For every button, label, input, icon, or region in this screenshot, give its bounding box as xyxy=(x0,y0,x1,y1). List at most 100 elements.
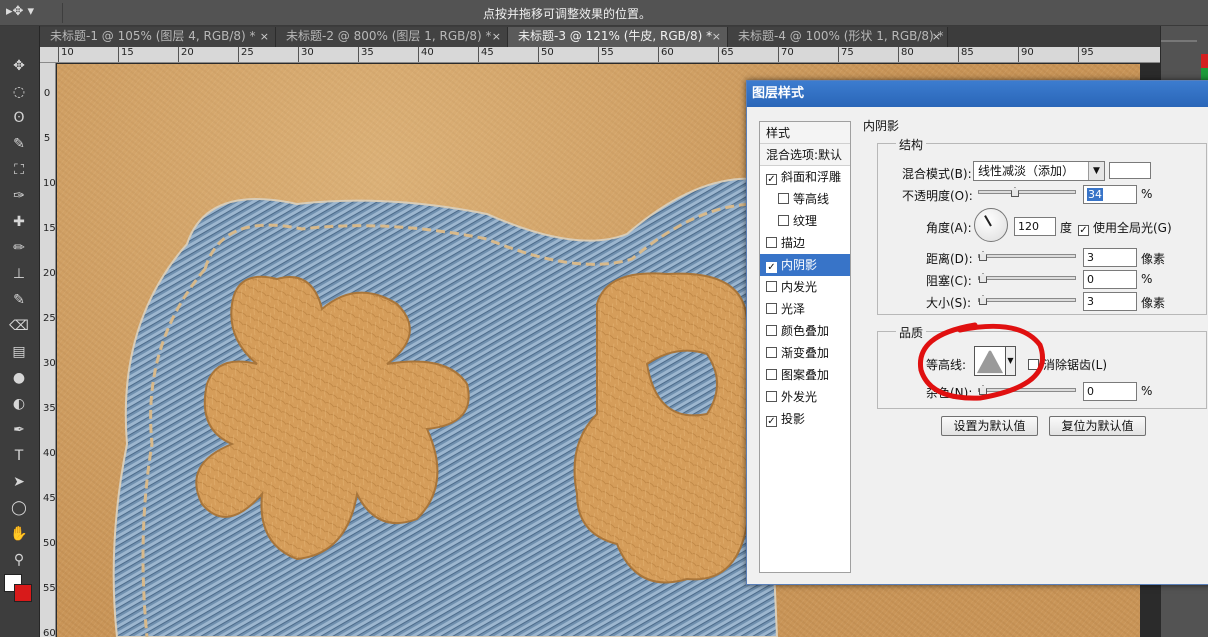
distance-unit: 像素 xyxy=(1141,252,1166,266)
size-slider[interactable] xyxy=(978,295,1076,305)
checkbox-icon[interactable] xyxy=(766,391,777,402)
ruler-label: 90 xyxy=(1021,47,1034,58)
checkbox-icon[interactable] xyxy=(766,325,777,336)
hand-tool-icon[interactable]: ✋ xyxy=(8,524,30,544)
make-default-button[interactable]: 设置为默认值 xyxy=(941,416,1038,436)
noise-slider-thumb[interactable] xyxy=(979,385,987,395)
checkbox-icon[interactable] xyxy=(766,237,777,248)
clone-stamp-icon[interactable]: ⊥ xyxy=(8,264,30,284)
brush-tool-icon[interactable]: ✏ xyxy=(8,238,30,258)
checkbox-icon[interactable] xyxy=(778,215,789,226)
path-select-icon[interactable]: ➤ xyxy=(8,472,30,492)
move-tool-icon[interactable]: ✥ xyxy=(8,56,30,76)
color-swatch-red[interactable] xyxy=(1201,54,1208,68)
ruler-label: 15 xyxy=(43,223,56,234)
close-icon[interactable]: × xyxy=(712,27,721,46)
crop-tool-icon[interactable]: ⛶ xyxy=(8,160,30,180)
pen-tool-icon[interactable]: ✒ xyxy=(8,420,30,440)
global-light-checkbox[interactable]: ✓ 使用全局光(G) xyxy=(1078,219,1172,236)
close-icon[interactable]: × xyxy=(260,27,269,46)
blend-options-item[interactable]: 混合选项:默认 xyxy=(760,144,850,166)
checkbox-checked-icon[interactable]: ✓ xyxy=(766,174,777,185)
reset-default-button[interactable]: 复位为默认值 xyxy=(1049,416,1146,436)
panel-collapse-bar[interactable] xyxy=(1161,40,1197,42)
blur-tool-icon[interactable]: ● xyxy=(8,368,30,388)
checkbox-checked-icon[interactable]: ✓ xyxy=(766,416,777,427)
checkbox-icon[interactable] xyxy=(766,347,777,358)
style-item[interactable]: ✓ 内阴影 xyxy=(760,254,850,276)
ruler-tick xyxy=(538,47,539,62)
noise-slider[interactable] xyxy=(978,385,1076,395)
distance-slider-thumb[interactable] xyxy=(979,251,987,261)
style-item[interactable]: 内发光 xyxy=(760,276,850,298)
style-item[interactable]: 外发光 xyxy=(760,386,850,408)
checkbox-icon[interactable] xyxy=(766,281,777,292)
style-item-label: 斜面和浮雕 xyxy=(781,170,842,184)
ruler-tick xyxy=(658,47,659,62)
lasso-tool-icon[interactable]: ʘ xyxy=(8,108,30,128)
ellipse-tool-icon[interactable]: ◯ xyxy=(8,498,30,518)
healing-brush-icon[interactable]: ✚ xyxy=(8,212,30,232)
style-item[interactable]: 渐变叠加 xyxy=(760,342,850,364)
angle-dial[interactable] xyxy=(974,208,1008,242)
ruler-label: 0 xyxy=(43,88,51,99)
choke-slider-thumb[interactable] xyxy=(979,273,987,283)
checkbox-icon[interactable] xyxy=(766,303,777,314)
close-icon[interactable]: × xyxy=(492,27,501,46)
background-color-swatch[interactable] xyxy=(14,584,32,602)
blend-mode-select[interactable]: 线性减淡（添加） ▼ xyxy=(973,161,1105,181)
ruler-label: 50 xyxy=(43,538,56,549)
eraser-tool-icon[interactable]: ⌫ xyxy=(8,316,30,336)
tab-label: 未标题-1 @ 105% (图层 4, RGB/8) * xyxy=(50,29,256,43)
style-item[interactable]: 描边 xyxy=(760,232,850,254)
angle-input[interactable]: 120 xyxy=(1014,217,1056,236)
size-slider-thumb[interactable] xyxy=(979,295,987,305)
style-item[interactable]: 图案叠加 xyxy=(760,364,850,386)
document-tab[interactable]: 未标题-1 @ 105% (图层 4, RGB/8) * × xyxy=(40,27,276,47)
opacity-slider-thumb[interactable] xyxy=(1010,187,1019,197)
opacity-input[interactable]: 34 xyxy=(1083,185,1137,204)
distance-value: 3 xyxy=(1087,251,1094,264)
gradient-tool-icon[interactable]: ▤ xyxy=(8,342,30,362)
shadow-color-swatch[interactable] xyxy=(1109,162,1151,179)
choke-input[interactable]: 0 xyxy=(1083,270,1137,289)
checkbox-icon[interactable] xyxy=(778,193,789,204)
close-icon[interactable]: × xyxy=(932,27,941,46)
quick-select-tool-icon[interactable]: ✎ xyxy=(8,134,30,154)
choke-slider[interactable] xyxy=(978,273,1076,283)
tab-label: 未标题-2 @ 800% (图层 1, RGB/8) * xyxy=(286,29,492,43)
marquee-tool-icon[interactable]: ◌ xyxy=(8,82,30,102)
eyedropper-tool-icon[interactable]: ✑ xyxy=(8,186,30,206)
contour-dropdown[interactable]: ▼ xyxy=(1006,346,1016,376)
zoom-tool-icon[interactable]: ⚲ xyxy=(8,550,30,570)
style-item[interactable]: 光泽 xyxy=(760,298,850,320)
choke-unit: % xyxy=(1141,272,1153,286)
dodge-tool-icon[interactable]: ◐ xyxy=(8,394,30,414)
document-tab[interactable]: 未标题-2 @ 800% (图层 1, RGB/8) * × xyxy=(276,27,508,47)
checkbox-icon[interactable] xyxy=(766,369,777,380)
document-tab[interactable]: 未标题-3 @ 121% (牛皮, RGB/8) * × xyxy=(508,27,728,47)
document-tab[interactable]: 未标题-4 @ 100% (形状 1, RGB/8) * × xyxy=(728,27,948,47)
ruler-tick xyxy=(118,47,119,62)
ruler-label: 55 xyxy=(43,583,56,594)
opacity-slider[interactable] xyxy=(978,187,1076,197)
ruler-tick xyxy=(1018,47,1019,62)
size-input[interactable]: 3 xyxy=(1083,292,1137,311)
noise-input[interactable]: 0 xyxy=(1083,382,1137,401)
antialias-checkbox[interactable]: 消除锯齿(L) xyxy=(1028,356,1107,373)
styles-header[interactable]: 样式 xyxy=(760,122,850,144)
style-item[interactable]: ✓ 斜面和浮雕 xyxy=(760,166,850,188)
style-item[interactable]: 等高线 xyxy=(760,188,850,210)
move-tool-preset-icon[interactable]: ▸✥ ▾ xyxy=(6,4,40,22)
style-item[interactable]: 纹理 xyxy=(760,210,850,232)
distance-input[interactable]: 3 xyxy=(1083,248,1137,267)
history-brush-icon[interactable]: ✎ xyxy=(8,290,30,310)
style-item[interactable]: 颜色叠加 xyxy=(760,320,850,342)
contour-picker[interactable] xyxy=(974,346,1006,376)
checkbox-checked-icon[interactable]: ✓ xyxy=(766,262,777,273)
distance-slider[interactable] xyxy=(978,251,1076,261)
style-item[interactable]: ✓ 投影 xyxy=(760,408,850,430)
ruler-tick xyxy=(478,47,479,62)
type-tool-icon[interactable]: T xyxy=(8,446,30,466)
style-item-label: 纹理 xyxy=(793,214,818,228)
